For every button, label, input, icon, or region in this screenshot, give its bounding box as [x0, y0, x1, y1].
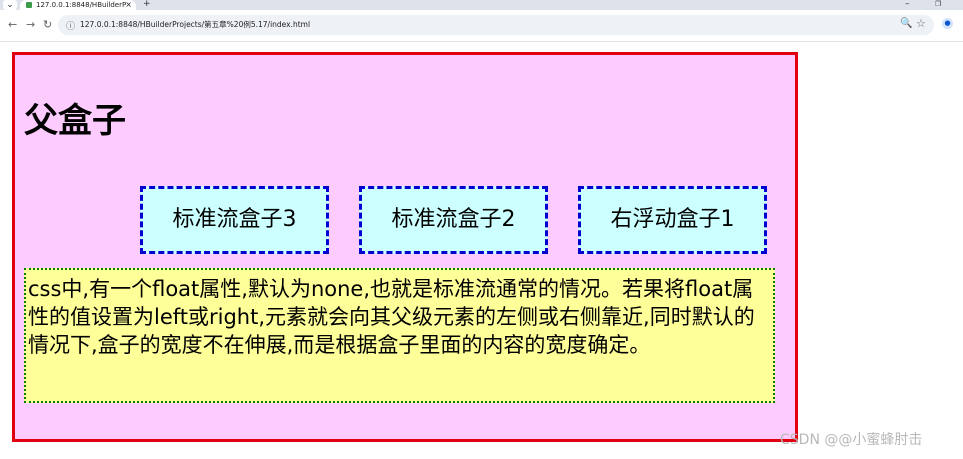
reload-button[interactable]: ↻ — [43, 19, 52, 31]
url-text[interactable]: 127.0.0.1:8848/HBuilderProjects/第五章%20例5… — [80, 15, 310, 35]
favicon-icon — [26, 2, 32, 8]
normal-flow-box-3: 标准流盒子3 — [140, 186, 329, 254]
back-button[interactable]: ← — [8, 19, 17, 31]
tab-strip: ⌄ 127.0.0.1:8848/HBuilderProj... × + – ❐ — [0, 0, 963, 10]
zoom-icon[interactable]: 🔍 — [900, 18, 912, 29]
new-tab-button[interactable]: + — [143, 0, 151, 9]
forward-button[interactable]: → — [26, 19, 35, 31]
browser-tab[interactable]: 127.0.0.1:8848/HBuilderProj... × — [20, 0, 136, 10]
tab-title: 127.0.0.1:8848/HBuilderProj... — [36, 1, 126, 9]
minimize-icon[interactable]: – — [905, 0, 910, 9]
csdn-watermark: CSDN @@小蜜蜂肘击 — [780, 432, 923, 448]
parent-box-title: 父盒子 — [24, 101, 126, 141]
site-info-icon[interactable]: ⓘ — [66, 19, 75, 32]
description-paragraph: css中,有一个float属性,默认为none,也就是标准流通常的情况。若果将f… — [24, 268, 775, 403]
parent-box: 父盒子 右浮动盒子1 标准流盒子2 标准流盒子3 css中,有一个float属性… — [12, 52, 798, 442]
right-float-box-1: 右浮动盒子1 — [578, 186, 767, 254]
bookmark-star-icon[interactable]: ☆ — [916, 17, 926, 30]
tab-search-dropdown[interactable]: ⌄ — [3, 0, 17, 10]
maximize-icon[interactable]: ❐ — [935, 0, 941, 8]
normal-flow-box-2: 标准流盒子2 — [359, 186, 548, 254]
profile-icon[interactable]: ● — [942, 18, 953, 29]
tab-close-icon[interactable]: × — [125, 0, 132, 10]
address-bar[interactable]: ⓘ 127.0.0.1:8848/HBuilderProjects/第五章%20… — [58, 15, 934, 35]
browser-toolbar: ← → ↻ ⓘ 127.0.0.1:8848/HBuilderProjects/… — [0, 10, 963, 42]
